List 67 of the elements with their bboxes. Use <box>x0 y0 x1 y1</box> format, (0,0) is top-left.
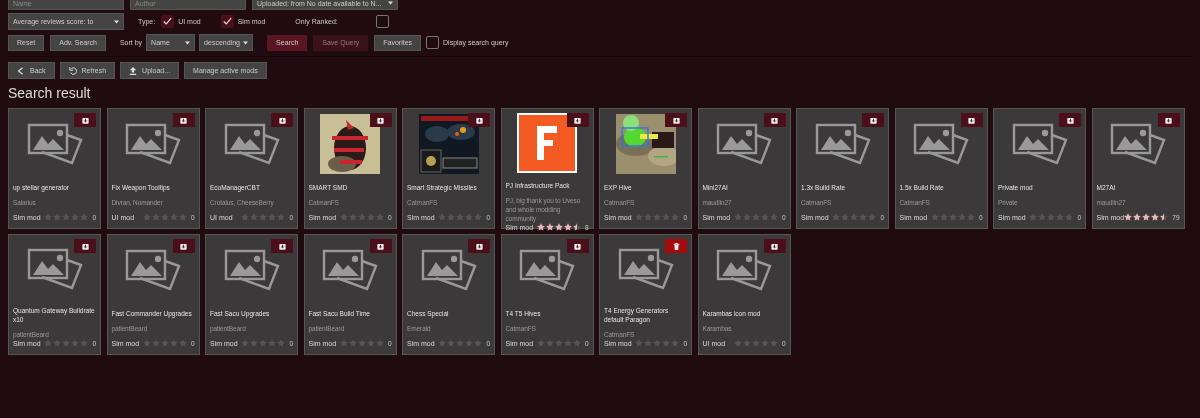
image-placeholder-icon <box>26 123 83 165</box>
delete-button[interactable] <box>665 239 687 253</box>
download-button[interactable] <box>665 113 687 127</box>
download-button[interactable] <box>74 113 96 127</box>
image-placeholder-icon <box>519 249 575 291</box>
image-placeholder-icon <box>716 249 772 291</box>
download-button[interactable] <box>271 239 293 253</box>
image-placeholder-icon <box>1110 123 1166 165</box>
download-icon <box>574 116 581 124</box>
chevron-left-icon <box>17 66 25 75</box>
trash-icon <box>672 242 680 250</box>
caret-icon <box>114 19 119 24</box>
image-placeholder-icon <box>223 249 280 291</box>
download-icon <box>672 116 680 124</box>
download-icon <box>377 116 384 124</box>
caret-icon <box>243 40 249 45</box>
image-placeholder-icon <box>617 247 674 290</box>
download-icon <box>180 242 187 250</box>
download-icon <box>278 116 286 124</box>
image-placeholder-icon <box>26 247 83 290</box>
download-icon <box>1165 116 1172 124</box>
download-button[interactable] <box>468 113 490 127</box>
download-icon <box>180 116 187 124</box>
download-button[interactable] <box>172 113 195 127</box>
download-icon <box>377 242 384 250</box>
image-placeholder-icon <box>716 123 772 165</box>
download-button[interactable] <box>468 239 490 253</box>
download-button[interactable] <box>1157 113 1180 127</box>
download-icon <box>968 116 975 124</box>
image-placeholder-icon <box>1011 123 1068 165</box>
download-icon <box>1066 116 1074 124</box>
upload-icon <box>129 66 138 75</box>
caret-icon <box>185 40 191 45</box>
section-heading: Search result <box>8 85 91 101</box>
image-placeholder-icon <box>125 123 181 165</box>
caret-icon <box>387 1 393 5</box>
download-icon <box>475 116 483 124</box>
image-placeholder-icon <box>322 249 378 291</box>
refresh-icon <box>68 66 77 75</box>
checkbox[interactable] <box>375 15 389 28</box>
download-button[interactable] <box>74 239 96 253</box>
image-placeholder-icon <box>223 123 280 165</box>
download-button[interactable] <box>763 239 786 253</box>
download-icon <box>475 242 483 250</box>
image-placeholder-icon <box>913 123 969 165</box>
download-button[interactable] <box>172 239 195 253</box>
image-placeholder-icon <box>420 249 477 291</box>
download-button[interactable] <box>1059 113 1081 127</box>
image-placeholder-icon <box>814 123 871 165</box>
download-button[interactable] <box>566 113 589 127</box>
download-icon <box>278 242 286 250</box>
download-icon <box>574 242 581 250</box>
download-icon <box>81 116 89 124</box>
download-button[interactable] <box>960 113 983 127</box>
check-icon <box>163 17 173 26</box>
download-icon <box>81 242 89 250</box>
download-icon <box>869 116 877 124</box>
image-placeholder-icon <box>125 249 181 291</box>
download-button[interactable] <box>862 113 884 127</box>
download-icon <box>771 242 778 250</box>
download-button[interactable] <box>369 239 392 253</box>
download-icon <box>771 116 778 124</box>
check-icon <box>222 17 232 26</box>
download-button[interactable] <box>566 239 589 253</box>
download-button[interactable] <box>369 113 392 127</box>
download-button[interactable] <box>271 113 293 127</box>
download-button[interactable] <box>763 113 786 127</box>
